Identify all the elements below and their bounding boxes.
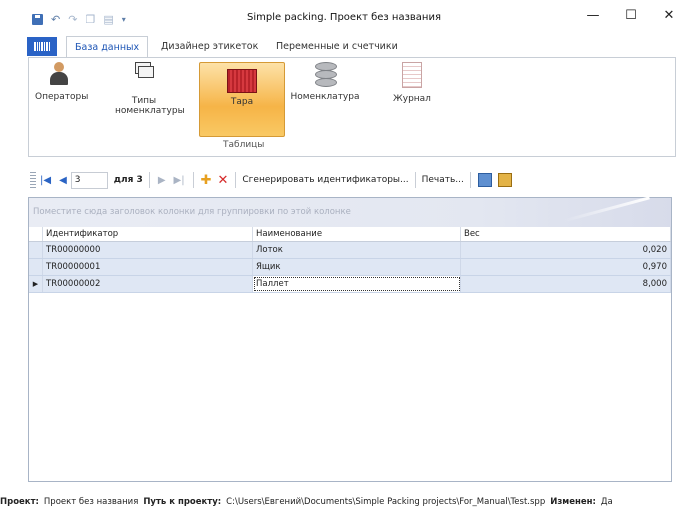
toolbar-separator [192, 172, 194, 188]
operators-label: Операторы [35, 92, 89, 102]
record-count-text: для 3 [113, 175, 143, 185]
operators-button[interactable]: Операторы [35, 62, 89, 132]
toolbar-grip-icon[interactable] [30, 172, 36, 188]
delete-record-icon[interactable]: ✕ [217, 173, 228, 188]
first-record-icon[interactable]: |◀ [40, 175, 51, 186]
close-button[interactable]: ✕ [650, 0, 688, 30]
project-path-value: C:\Users\Евгений\Documents\Simple Packin… [226, 497, 546, 507]
previous-record-icon[interactable]: ◀ [59, 175, 67, 186]
tab-variables-counters[interactable]: Переменные и счетчики [276, 41, 398, 52]
cell-weight[interactable]: 0,020 [461, 242, 671, 258]
group-by-panel[interactable]: Поместите сюда заголовок колонки для гру… [29, 198, 671, 227]
cell-name-focused[interactable]: Паллет [253, 276, 461, 292]
print-button[interactable]: Печать... [422, 175, 464, 185]
window-controls: — ☐ ✕ [574, 0, 688, 30]
nomenclature-types-label-1: Типы [131, 96, 157, 106]
next-record-icon[interactable]: ▶ [158, 175, 166, 186]
current-row-indicator-icon: ▶ [29, 276, 43, 292]
toolbar-separator [148, 172, 150, 188]
stack-icon [135, 62, 154, 80]
tara-grid: Поместите сюда заголовок колонки для гру… [28, 197, 672, 482]
cell-name[interactable]: Лоток [253, 242, 461, 258]
tab-database[interactable]: База данных [66, 36, 149, 59]
nomenclature-label: Номенклатура [290, 92, 360, 102]
ribbon-tabs: База данных Дизайнер этикеток Переменные… [0, 36, 688, 59]
nomenclature-types-button[interactable]: Типы номенклатуры [115, 62, 185, 134]
toolbar-separator [235, 172, 237, 188]
row-indicator [29, 259, 43, 275]
journal-button[interactable]: Журнал [389, 62, 435, 132]
last-record-icon[interactable]: ▶| [174, 175, 185, 186]
maximize-button[interactable]: ☐ [612, 0, 650, 30]
row-indicator [29, 242, 43, 258]
ribbon-panel: Операторы Типы номенклатуры Тара Номенкл… [28, 57, 676, 157]
tara-label: Тара [230, 97, 254, 107]
record-position-input[interactable]: 3 [70, 171, 108, 189]
cell-weight[interactable]: 0,970 [461, 259, 671, 275]
toolbar-separator [469, 172, 471, 188]
application-menu-button[interactable] [27, 37, 57, 56]
title-bar: ↶ ↷ ❐ ▤ ▾ Simple packing. Проект без наз… [0, 0, 688, 36]
column-header-id[interactable]: Идентификатор [43, 227, 253, 241]
tab-label-designer[interactable]: Дизайнер этикеток [161, 41, 258, 52]
cell-id[interactable]: TR00000001 [43, 259, 253, 275]
column-header-weight[interactable]: Вес [461, 227, 671, 241]
journal-icon [402, 62, 422, 88]
changed-value: Да [600, 497, 613, 507]
cell-id[interactable]: TR00000002 [43, 276, 253, 292]
column-header-name[interactable]: Наименование [253, 227, 461, 241]
barcode-icon [34, 42, 50, 51]
row-indicator-header [29, 227, 43, 241]
data-navigator: |◀ ◀ 3 для 3 ▶ ▶| ✚ ✕ Сгенерировать иден… [28, 166, 674, 194]
table-row-current[interactable]: ▶ TR00000002 Паллет 8,000 [29, 276, 671, 293]
minimize-button[interactable]: — [574, 0, 612, 30]
add-record-icon[interactable]: ✚ [201, 173, 212, 188]
table-row[interactable]: TR00000000 Лоток 0,020 [29, 242, 671, 259]
app-window: ↶ ↷ ❐ ▤ ▾ Simple packing. Проект без наз… [0, 0, 688, 512]
database-icon [315, 62, 337, 87]
ribbon-group-label: Таблицы [223, 140, 265, 150]
grid-header: Идентификатор Наименование Вес [29, 227, 671, 242]
container-icon [227, 69, 257, 93]
generate-ids-button[interactable]: Сгенерировать идентификаторы... [242, 175, 408, 185]
tara-button[interactable]: Тара [199, 62, 285, 137]
nomenclature-types-label-2: номенклатуры [115, 106, 185, 116]
project-label: Проект: [0, 497, 39, 507]
project-value: Проект без названия [43, 497, 139, 507]
project-path-label: Путь к проекту: [143, 497, 222, 507]
changed-label: Изменен: [550, 497, 596, 507]
journal-label: Журнал [393, 94, 431, 104]
paste-icon[interactable] [497, 173, 512, 187]
toolbar-separator [414, 172, 416, 188]
table-row[interactable]: TR00000001 Ящик 0,970 [29, 259, 671, 276]
cell-weight[interactable]: 8,000 [461, 276, 671, 292]
cell-name[interactable]: Ящик [253, 259, 461, 275]
copy-icon[interactable] [477, 173, 492, 187]
status-bar: Проект: Проект без названия Путь к проекту… [0, 492, 688, 512]
operator-icon [49, 62, 69, 86]
cell-id[interactable]: TR00000000 [43, 242, 253, 258]
nomenclature-button[interactable]: Номенклатура [289, 62, 361, 132]
